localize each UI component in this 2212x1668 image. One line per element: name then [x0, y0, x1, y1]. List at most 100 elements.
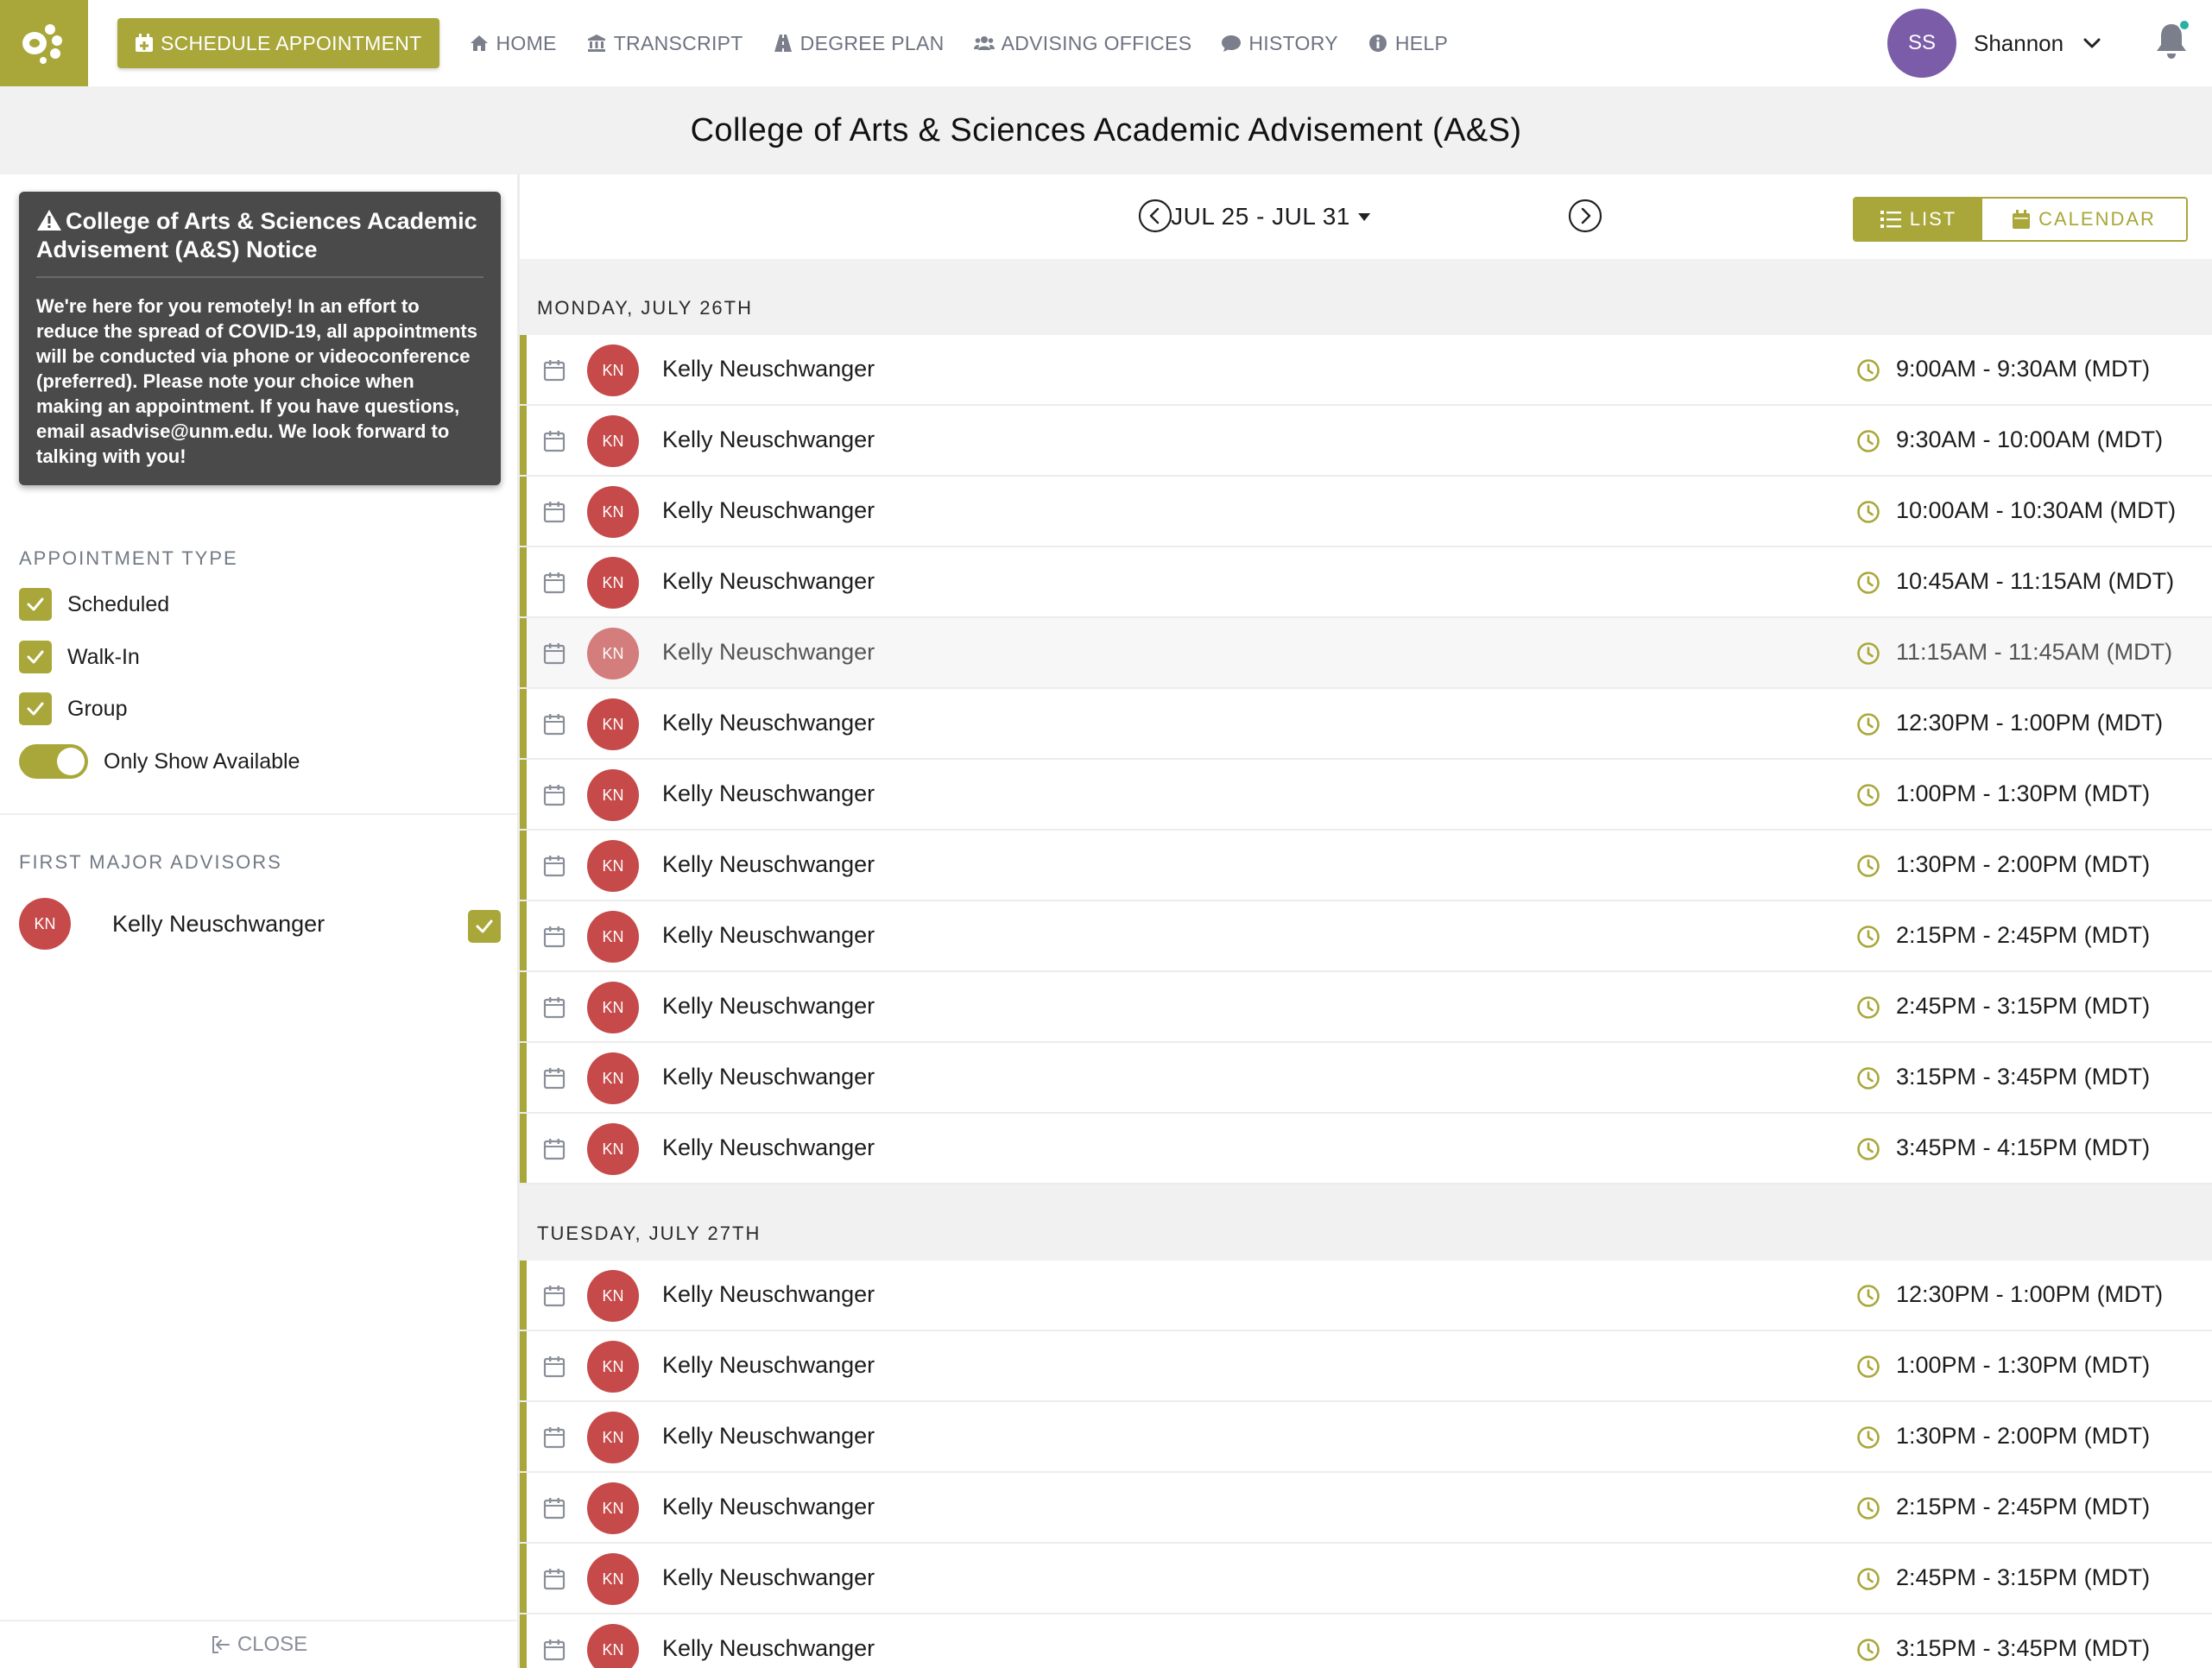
clock-icon	[1856, 500, 1880, 524]
filter-walk-in[interactable]: Walk-In	[19, 641, 140, 673]
advisor-item[interactable]: KN Kelly Neuschwanger	[19, 898, 501, 950]
advisor-name: Kelly Neuschwanger	[662, 1494, 875, 1520]
calendar-view-button[interactable]: CALENDAR	[1982, 199, 2186, 240]
clock-icon	[1856, 358, 1880, 382]
schedule-appointment-button[interactable]: SCHEDULE APPOINTMENT	[117, 18, 439, 68]
only-available-toggle[interactable]	[19, 744, 88, 779]
week-range-label: JUL 25 - JUL 31	[1171, 203, 1350, 230]
advisor-name: Kelly Neuschwanger	[662, 922, 875, 948]
calendar-icon	[542, 1284, 566, 1308]
appointment-slot[interactable]: KN Kelly Neuschwanger 2:15PM - 2:45PM (MDT…	[520, 901, 2212, 972]
nav-degree-plan[interactable]: DEGREE PLAN	[773, 32, 945, 55]
filter-sidebar: College of Arts & Sciences Academic Advi…	[0, 174, 520, 1668]
group-checkbox[interactable]	[19, 692, 52, 725]
filter-group[interactable]: Group	[19, 692, 127, 725]
advisor-name: Kelly Neuschwanger	[662, 710, 875, 736]
filter-scheduled[interactable]: Scheduled	[19, 588, 169, 621]
advisor-name: Kelly Neuschwanger	[662, 851, 875, 877]
appointment-slot[interactable]: KN Kelly Neuschwanger 3:45PM - 4:15PM (MDT…	[520, 1114, 2212, 1185]
advisor-name: Kelly Neuschwanger	[662, 1564, 875, 1590]
clock-icon	[1856, 1425, 1880, 1450]
calendar-view-label: CALENDAR	[2038, 208, 2156, 230]
advisor-name: Kelly Neuschwanger	[662, 426, 875, 452]
calendar-icon	[542, 1355, 566, 1379]
appointment-slot[interactable]: KN Kelly Neuschwanger 1:00PM - 1:30PM (MDT…	[520, 1331, 2212, 1402]
check-icon	[476, 919, 493, 933]
nav-advising-offices[interactable]: ADVISING OFFICES	[973, 32, 1192, 55]
advisor-checkbox[interactable]	[468, 910, 501, 943]
appointment-slot[interactable]: KN Kelly Neuschwanger 3:15PM - 3:45PM (MDT…	[520, 1614, 2212, 1668]
calendar-icon	[542, 571, 566, 595]
filter-only-available[interactable]: Only Show Available	[19, 744, 300, 779]
advisor-avatar: KN	[587, 1123, 639, 1175]
advisor-avatar: KN	[587, 698, 639, 750]
advisor-avatar: KN	[587, 1270, 639, 1322]
slot-time: 2:15PM - 2:45PM (MDT)	[1896, 1494, 2151, 1520]
nav-history[interactable]: HISTORY	[1221, 32, 1338, 55]
clock-icon	[1856, 1496, 1880, 1520]
slot-time: 3:45PM - 4:15PM (MDT)	[1896, 1134, 2151, 1160]
appointment-slot[interactable]: KN Kelly Neuschwanger 12:30PM - 1:00PM (MD…	[520, 1260, 2212, 1331]
appointment-type-heading: APPOINTMENT TYPE	[19, 547, 238, 569]
comment-icon	[1222, 35, 1242, 52]
advisor-name: Kelly Neuschwanger	[662, 780, 875, 806]
appointment-slot[interactable]: KN Kelly Neuschwanger 9:00AM - 9:30AM (MDT…	[520, 335, 2212, 406]
sign-out-icon	[212, 1636, 230, 1653]
appointment-slot[interactable]: KN Kelly Neuschwanger 1:30PM - 2:00PM (MDT…	[520, 831, 2212, 901]
page-title: College of Arts & Sciences Academic Advi…	[690, 111, 1522, 148]
week-range-dropdown[interactable]: JUL 25 - JUL 31	[1171, 203, 1371, 231]
nav-help[interactable]: HELP	[1368, 32, 1448, 55]
advisor-avatar: KN	[587, 840, 639, 892]
appointment-slot[interactable]: KN Kelly Neuschwanger 10:45AM - 11:15AM (M…	[520, 547, 2212, 618]
close-sidebar-button[interactable]: CLOSE	[0, 1620, 517, 1668]
user-name: Shannon	[1974, 29, 2064, 56]
advisor-avatar: KN	[19, 898, 71, 950]
appointment-slot[interactable]: KN Kelly Neuschwanger 1:30PM - 2:00PM (MDT…	[520, 1402, 2212, 1473]
slot-time: 12:30PM - 1:00PM (MDT)	[1896, 1281, 2164, 1307]
home-icon	[470, 35, 488, 51]
user-menu[interactable]: SS Shannon	[1887, 9, 2103, 78]
clock-icon	[1856, 1066, 1880, 1090]
walk-in-checkbox[interactable]	[19, 641, 52, 673]
appointment-slot[interactable]: KN Kelly Neuschwanger 11:15AM - 11:45AM (M…	[520, 618, 2212, 689]
previous-week-icon[interactable]	[1138, 199, 1172, 233]
app-logo[interactable]	[0, 0, 88, 86]
nav-home[interactable]: HOME	[469, 32, 557, 55]
clock-icon	[1856, 429, 1880, 453]
notice-title: College of Arts & Sciences Academic Advi…	[36, 207, 483, 278]
advisor-avatar: KN	[587, 557, 639, 609]
appointment-slot[interactable]: KN Kelly Neuschwanger 10:00AM - 10:30AM (M…	[520, 477, 2212, 547]
road-icon	[774, 35, 792, 52]
nav-history-label: HISTORY	[1248, 31, 1338, 54]
appointment-slot[interactable]: KN Kelly Neuschwanger 2:45PM - 3:15PM (MDT…	[520, 972, 2212, 1043]
calendar-icon	[542, 500, 566, 524]
appointment-slot[interactable]: KN Kelly Neuschwanger 12:30PM - 1:00PM (MD…	[520, 689, 2212, 760]
next-week-icon[interactable]	[1568, 199, 1602, 233]
check-icon	[27, 597, 44, 611]
user-avatar: SS	[1887, 9, 1956, 78]
appointment-slot[interactable]: KN Kelly Neuschwanger 2:15PM - 2:45PM (MDT…	[520, 1473, 2212, 1544]
appointment-slot[interactable]: KN Kelly Neuschwanger 9:30AM - 10:00AM (MD…	[520, 406, 2212, 477]
scheduled-checkbox[interactable]	[19, 588, 52, 621]
main-nav: HOME TRANSCRIPT DEGREE PLAN ADVISING OFF…	[469, 32, 1449, 55]
advisor-avatar: KN	[587, 415, 639, 467]
list-view-button[interactable]: LIST	[1855, 199, 1982, 240]
slot-time: 2:15PM - 2:45PM (MDT)	[1896, 922, 2151, 948]
clock-icon	[1856, 925, 1880, 949]
day-heading: MONDAY, JULY 26TH	[520, 259, 2212, 335]
appointment-slot[interactable]: KN Kelly Neuschwanger 2:45PM - 3:15PM (MDT…	[520, 1544, 2212, 1614]
calendar-icon	[542, 1638, 566, 1662]
day-heading: TUESDAY, JULY 27TH	[520, 1185, 2212, 1260]
appointment-slot[interactable]: KN Kelly Neuschwanger 1:00PM - 1:30PM (MDT…	[520, 760, 2212, 831]
nav-transcript[interactable]: TRANSCRIPT	[586, 32, 743, 55]
calendar-icon	[542, 1567, 566, 1591]
advisor-name: Kelly Neuschwanger	[662, 497, 875, 523]
notification-dot	[2178, 19, 2190, 31]
appointment-slot[interactable]: KN Kelly Neuschwanger 3:15PM - 3:45PM (MDT…	[520, 1043, 2212, 1114]
slot-time: 10:45AM - 11:15AM (MDT)	[1896, 568, 2175, 594]
advisor-name: Kelly Neuschwanger	[662, 639, 875, 665]
scheduled-label: Scheduled	[67, 591, 170, 616]
advisors-heading: FIRST MAJOR ADVISORS	[19, 851, 282, 873]
nav-help-label: HELP	[1394, 31, 1449, 54]
calendar-icon	[542, 1066, 566, 1090]
